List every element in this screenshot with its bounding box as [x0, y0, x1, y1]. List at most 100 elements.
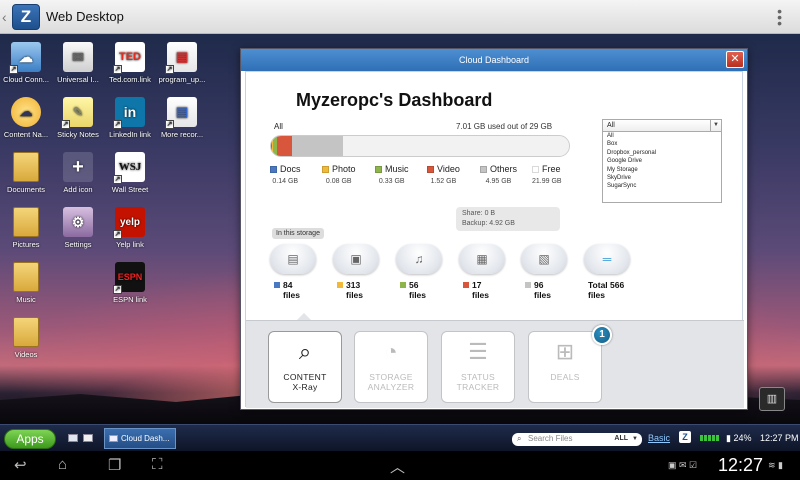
desktop-icon-universal-inbox[interactable]: ✉ Universal I...: [52, 42, 104, 84]
cloud-dashboard-window: Cloud Dashboard ✕ Myzeropc's Dashboard A…: [240, 48, 748, 410]
wsj-logo-text: WSJ: [118, 161, 142, 173]
desktop-icon-settings[interactable]: ⚙ Settings: [52, 207, 104, 249]
usage-bar: [270, 135, 570, 157]
desktop-icon-content-navigator[interactable]: ☁ Content Na...: [0, 97, 52, 139]
file-count-unit: files: [588, 290, 606, 300]
storage-option[interactable]: SkyDrive: [603, 174, 721, 182]
file-count-cloud[interactable]: ▤ 84 files: [268, 244, 320, 300]
charts-icon[interactable]: ▥: [759, 387, 785, 411]
storage-selector[interactable]: All ▼ All Box Dropbox_personal Google Drive…: [602, 119, 722, 203]
linkedin-logo-text: in: [123, 104, 137, 120]
desktop-icon-music[interactable]: Music: [0, 262, 52, 304]
desktop-icon-program-update[interactable]: ▤ ↗ program_up...: [156, 42, 208, 84]
file-type-swatch: [274, 282, 280, 288]
file-count-cloud[interactable]: ▣ 313 files: [331, 244, 383, 300]
storage-select-value[interactable]: All ▼: [603, 120, 721, 132]
desktop-icon-yelp[interactable]: yelp ↗ Yelp link: [104, 207, 156, 249]
document-icon[interactable]: [83, 434, 93, 442]
app-title: Web Desktop: [46, 9, 124, 24]
file-count: 313: [331, 280, 383, 290]
legend-item-video: Video 1.52 GB: [427, 164, 460, 185]
file-count-cloud[interactable]: ▧ 96 files: [519, 244, 571, 300]
legend-item-docs: Docs 0.14 GB: [270, 164, 301, 185]
usage-segment-video: [276, 136, 293, 156]
screenshot-icon[interactable]: ⛶: [152, 456, 163, 473]
share-backup-box: Share: 0 B Backup: 4.92 GB: [456, 207, 560, 231]
recent-apps-icon[interactable]: ❐: [108, 456, 121, 474]
task-label: Cloud Dash...: [121, 434, 170, 443]
desktop-icon-more-records[interactable]: ▤ ↗ More recor...: [156, 97, 208, 139]
desktop-icon-documents[interactable]: Documents: [0, 152, 52, 194]
chevron-down-icon[interactable]: ▼: [710, 120, 721, 131]
tool-status-tracker-button[interactable]: ☰ STATUS TRACKER: [441, 331, 515, 403]
desktop-icon-label: Yelp link: [116, 240, 144, 249]
close-icon[interactable]: ✕: [726, 51, 744, 68]
storage-option[interactable]: Dropbox_personal: [603, 149, 721, 157]
tool-sublabel: X-Ray: [292, 382, 318, 392]
usage-segment-others: [292, 136, 344, 156]
document-icon: ▤ ↗: [165, 97, 197, 129]
storage-option[interactable]: Google Drive: [603, 157, 721, 165]
file-count-cloud[interactable]: ═ Total 566 files: [582, 244, 634, 300]
apps-button[interactable]: Apps: [4, 429, 56, 449]
in-storage-label: In this storage: [272, 228, 324, 239]
basic-link[interactable]: Basic: [648, 433, 670, 443]
folder-icon: [11, 262, 41, 292]
legend-swatch: [480, 166, 487, 173]
ted-logo-text: TED: [119, 51, 141, 63]
tool-label: CONTENT: [283, 372, 327, 382]
storage-analyzer-icon: ◔: [384, 339, 398, 364]
search-scope[interactable]: ALL: [614, 433, 628, 445]
back-chevron-icon[interactable]: ‹: [2, 9, 12, 25]
desktop-icon-label: Ted.com.link: [109, 75, 151, 84]
legend-size: 0.14 GB: [272, 178, 299, 185]
notification-icons[interactable]: ▣ ✉ ☑: [668, 460, 697, 471]
chevron-down-icon[interactable]: ▼: [632, 433, 638, 445]
desktop-icon-add[interactable]: + Add icon: [52, 152, 104, 194]
legend-swatch: [322, 166, 329, 173]
desktop-icon-label: More recor...: [160, 130, 204, 139]
storage-option[interactable]: SugarSync: [603, 182, 721, 190]
desktop-icon-videos[interactable]: Videos: [0, 317, 52, 359]
back-icon[interactable]: ↩: [14, 456, 27, 474]
zeropc-icon[interactable]: Z: [679, 431, 691, 443]
status-tracker-icon: ☰: [468, 339, 488, 364]
file-type-swatch: [463, 282, 469, 288]
desktop-icon-label: Add icon: [63, 185, 93, 194]
folder-icon: [11, 317, 41, 347]
desktop-icon-label: Sticky Notes: [57, 130, 99, 139]
desktop-icon-label: LinkedIn link: [109, 130, 151, 139]
legend-item-photo: Photo 0.08 GB: [322, 164, 356, 185]
tool-label: DEALS: [550, 372, 580, 382]
desktop-icon-wall-street[interactable]: WSJ ↗ Wall Street: [104, 152, 156, 194]
tool-content-xray-button[interactable]: ⌕ CONTENT X-Ray: [268, 331, 342, 403]
taskbar-task-cloud-dashboard[interactable]: Cloud Dash...: [104, 428, 176, 449]
storage-option[interactable]: My Storage: [603, 166, 721, 174]
file-count-cloud[interactable]: ♫ 56 files: [394, 244, 446, 300]
desktop-icon-linkedin[interactable]: in ↗ LinkedIn link: [104, 97, 156, 139]
window-icon: [109, 435, 118, 442]
file-count-cloud[interactable]: ▦ 17 files: [457, 244, 509, 300]
espn-logo-text: ESPN: [117, 272, 143, 282]
legend-name: Photo: [332, 164, 356, 174]
window-titlebar[interactable]: Cloud Dashboard ✕: [241, 49, 747, 71]
desktop-icon-sticky-notes[interactable]: ✎ ↗ Sticky Notes: [52, 97, 104, 139]
desktop-icon-espn[interactable]: ESPN ↗ ESPN link: [104, 262, 156, 304]
desktop-icon-label: Cloud Conn...: [3, 75, 49, 84]
chevron-up-icon[interactable]: ︿: [390, 456, 405, 477]
show-desktop-icon[interactable]: [68, 434, 78, 442]
tool-sublabel: TRACKER: [456, 382, 500, 392]
scope-label: All: [274, 122, 283, 131]
desktop-icon-pictures[interactable]: Pictures: [0, 207, 52, 249]
desktop-icon-ted[interactable]: TED ↗ Ted.com.link: [104, 42, 156, 84]
home-icon[interactable]: ⌂: [58, 456, 67, 473]
desktop-icon-cloud-connect[interactable]: ☁ ↗ Cloud Conn...: [0, 42, 52, 84]
search-input[interactable]: ⌕ Search Files ALL ▼: [512, 433, 642, 446]
tool-storage-analyzer-button[interactable]: ◔ STORAGE ANALYZER: [354, 331, 428, 403]
storage-option[interactable]: Box: [603, 140, 721, 148]
overflow-menu-icon[interactable]: • • •: [777, 4, 782, 30]
storage-option[interactable]: All: [603, 132, 721, 140]
video-icon: ▦: [459, 244, 505, 274]
zeropc-logo[interactable]: Z: [12, 3, 40, 30]
tool-deals-button[interactable]: ⊞ DEALS: [528, 331, 602, 403]
